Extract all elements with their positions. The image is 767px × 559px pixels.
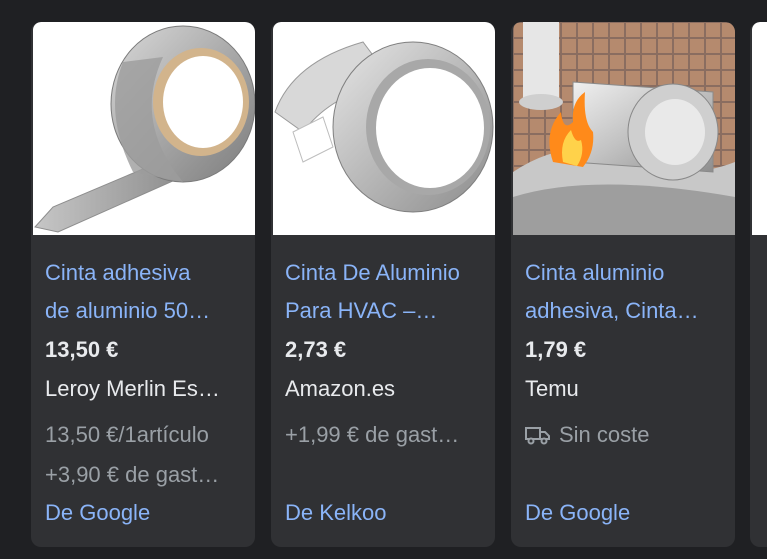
product-title-line[interactable]: de aluminio 50…	[45, 292, 247, 330]
source-link[interactable]: De Google	[45, 500, 150, 526]
product-card[interactable]: Cinta De Aluminio Para HVAC –… 2,73 € Am…	[271, 22, 495, 547]
product-image[interactable]	[752, 22, 767, 235]
source-link[interactable]: De Kelkoo	[285, 500, 387, 526]
merchant-name: Leroy Merlin Es…	[45, 376, 220, 401]
product-card[interactable]: Cinta adhesiva de aluminio 50… 13,50 € L…	[31, 22, 255, 547]
product-title-line[interactable]: Cinta aluminio	[525, 254, 727, 292]
product-price: 1,79 €	[525, 337, 587, 362]
free-shipping-label: Sin coste	[559, 422, 650, 447]
merchant-name: Temu	[525, 376, 579, 401]
product-title-line[interactable]: Cinta De Aluminio	[285, 254, 487, 292]
product-title-line[interactable]: adhesiva, Cinta…	[525, 292, 727, 330]
shipping-cost: +1,99 € de gast…	[285, 422, 460, 447]
product-title[interactable]: Cinta aluminio adhesiva, Cinta…	[525, 254, 727, 330]
aluminum-tape-roll-icon	[274, 41, 494, 213]
product-title[interactable]: Cinta adhesiva de aluminio 50…	[45, 254, 247, 330]
aluminum-tape-fire-icon	[513, 22, 735, 235]
source-link[interactable]: De Google	[525, 500, 630, 526]
shopping-results-strip: Cinta adhesiva de aluminio 50… 13,50 € L…	[0, 0, 767, 559]
product-image[interactable]	[33, 22, 255, 235]
product-price: 2,73 €	[285, 337, 347, 362]
product-card-partial[interactable]	[750, 22, 767, 547]
product-price: 13,50 €	[45, 337, 119, 362]
truck-icon	[525, 427, 550, 445]
product-image[interactable]	[273, 22, 495, 235]
product-title-line[interactable]: Para HVAC –…	[285, 292, 487, 330]
merchant-name: Amazon.es	[285, 376, 396, 401]
product-image[interactable]	[513, 22, 735, 235]
product-title[interactable]: Cinta De Aluminio Para HVAC –…	[285, 254, 487, 330]
shipping-cost: +3,90 € de gast…	[45, 462, 220, 487]
unit-price: 13,50 €/1artículo	[45, 422, 209, 447]
shipping-info: Sin coste	[525, 422, 725, 448]
product-card[interactable]: Cinta aluminio adhesiva, Cinta… 1,79 € T…	[511, 22, 735, 547]
aluminum-tape-roll-icon	[34, 25, 255, 233]
product-title-line[interactable]: Cinta adhesiva	[45, 254, 247, 292]
